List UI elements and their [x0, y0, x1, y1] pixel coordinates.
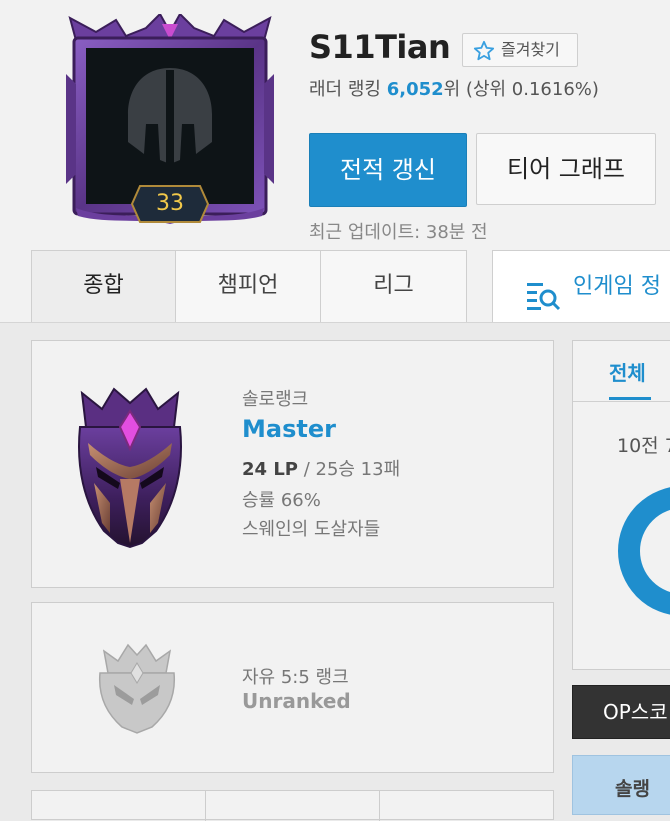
- refresh-button[interactable]: 전적 갱신: [309, 133, 467, 207]
- ingame-search-icon: [527, 271, 561, 343]
- summoner-name: S11Tian: [309, 28, 451, 66]
- tab-league[interactable]: 리그: [320, 250, 467, 322]
- card-divider: [379, 791, 380, 821]
- unranked-emblem-icon: [94, 639, 180, 739]
- level-badge: 33: [130, 184, 210, 224]
- tier-graph-button[interactable]: 티어 그래프: [476, 133, 656, 205]
- winrate-donut-chart: [617, 481, 670, 625]
- op-score-button[interactable]: OP스코: [572, 685, 670, 739]
- tab-overview[interactable]: 종합: [31, 250, 176, 322]
- solo-record: / 25승 13패: [297, 459, 401, 480]
- card-divider: [205, 791, 206, 821]
- flex-rank-card: 자유 5:5 랭크 Unranked: [31, 602, 554, 773]
- solo-winrate: 승률 66%: [242, 490, 321, 511]
- flex-tier-name: Unranked: [242, 689, 351, 713]
- level-value: 33: [156, 191, 184, 216]
- last-update: 최근 업데이트: 38분 전: [309, 222, 488, 243]
- solo-rank-card: 솔로랭크 Master 24 LP / 25승 13패 승률 66% 스웨인의 …: [31, 340, 554, 588]
- ingame-tab-label: 인게임 정: [573, 274, 661, 299]
- flex-queue-label: 자유 5:5 랭크: [242, 667, 349, 688]
- profile-icon-frame: 33: [66, 14, 274, 224]
- recent-games-panel: 전체 10전 7: [572, 340, 670, 670]
- ladder-rank: 6,052: [386, 79, 444, 100]
- solo-league-name[interactable]: 스웨인의 도살자들: [242, 515, 380, 541]
- active-tab-underline: [609, 397, 651, 400]
- ladder-ranking[interactable]: 래더 랭킹 6,052위 (상위 0.1616%): [309, 75, 599, 101]
- favorite-label: 즐겨찾기: [501, 40, 560, 59]
- solo-rank-filter[interactable]: 솔랭: [572, 755, 670, 815]
- next-card: [31, 790, 554, 821]
- ladder-prefix: 래더 랭킹: [309, 79, 381, 100]
- tab-all-games[interactable]: 전체: [609, 357, 646, 386]
- games-summary: 10전 7: [617, 435, 670, 457]
- solo-lp-record: 24 LP / 25승 13패: [242, 455, 400, 481]
- solo-queue-label: 솔로랭크: [242, 389, 309, 410]
- tab-champions[interactable]: 챔피언: [175, 250, 321, 322]
- solo-lp: 24 LP: [242, 459, 298, 480]
- tab-ingame-info[interactable]: 인게임 정: [492, 250, 670, 322]
- panel-divider: [573, 401, 670, 402]
- solo-tier-name: Master: [242, 415, 336, 443]
- master-emblem-icon: [74, 383, 186, 553]
- favorite-button[interactable]: 즐겨찾기: [462, 33, 578, 67]
- star-icon: [473, 40, 495, 73]
- ladder-suffix: 위 (상위 0.1616%): [443, 79, 599, 100]
